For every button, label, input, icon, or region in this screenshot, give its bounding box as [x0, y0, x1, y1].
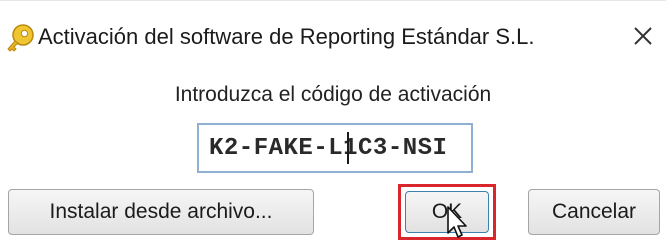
close-button[interactable] [628, 19, 658, 53]
dialog-title: Activación del software de Reporting Est… [38, 24, 535, 49]
key-icon [6, 22, 36, 52]
cancel-button[interactable]: Cancelar [528, 189, 660, 235]
activation-code-input[interactable] [197, 123, 473, 173]
text-caret [347, 132, 349, 164]
activation-dialog: Activación del software de Reporting Est… [0, 0, 666, 243]
mouse-pointer-icon [446, 205, 472, 241]
activation-prompt-label: Introduzca el código de activación [174, 83, 492, 106]
close-icon [634, 27, 652, 45]
title-bar: Activación del software de Reporting Est… [0, 1, 666, 71]
install-from-file-button[interactable]: Instalar desde archivo... [8, 189, 314, 235]
